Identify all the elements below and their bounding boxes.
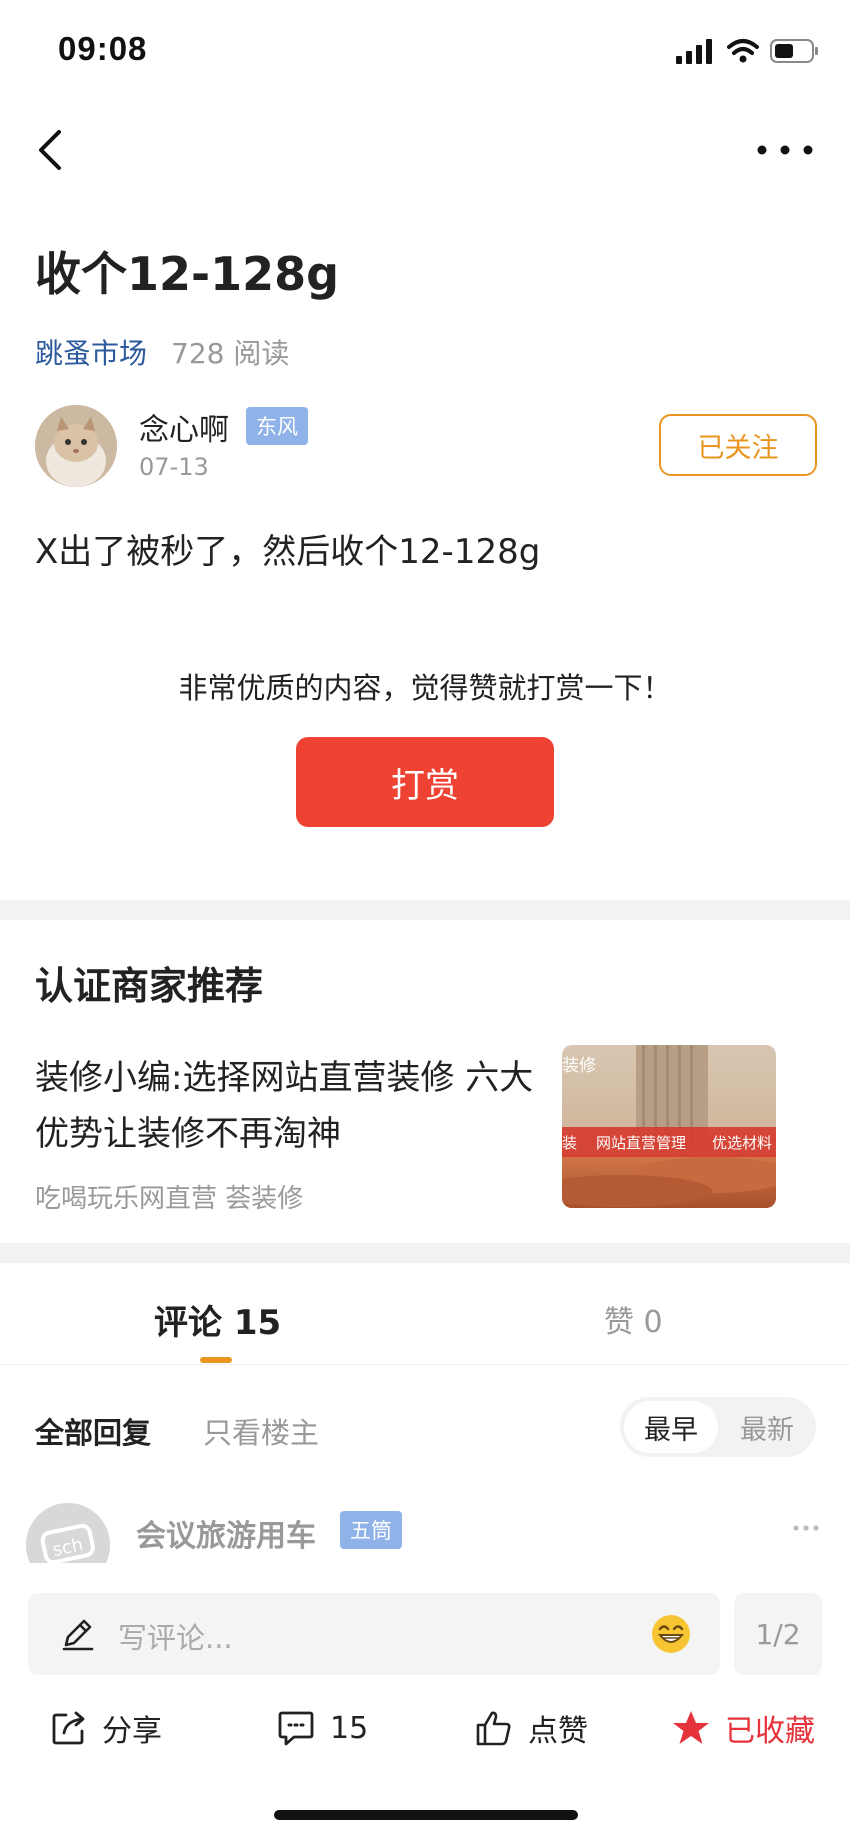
- status-time: 09:08: [58, 30, 148, 67]
- home-indicator: [274, 1810, 578, 1820]
- share-icon: [52, 1711, 85, 1745]
- read-count: 728 阅读: [171, 337, 290, 370]
- comment-item: sch 会议旅游用车 五筒: [26, 1503, 826, 1563]
- comment-input-placeholder: 写评论...: [118, 1621, 233, 1655]
- chevron-left-icon: [39, 130, 61, 170]
- ad-banner-text-2: 网站直营管理: [596, 1134, 686, 1152]
- sort-newest-option[interactable]: 最新: [722, 1401, 812, 1453]
- comment-count: 15: [330, 1710, 369, 1746]
- ad-thumbnail-image: 装修 装 网站直营管理 优选材料: [562, 1045, 776, 1208]
- sort-earliest-option[interactable]: 最早: [624, 1401, 718, 1453]
- reward-button[interactable]: 打赏: [296, 737, 554, 827]
- bottom-action-bar: 写评论... 1/2 分享 15 点赞 已收藏: [0, 1565, 850, 1841]
- comment-input[interactable]: 写评论...: [28, 1593, 720, 1675]
- nav-bar: [0, 110, 850, 190]
- ad-thumbnail[interactable]: 装修 装 网站直营管理 优选材料: [562, 1045, 776, 1208]
- filter-op-only[interactable]: 只看楼主: [203, 1410, 319, 1452]
- author-name[interactable]: 念心啊: [139, 405, 229, 449]
- page-indicator[interactable]: 1/2: [734, 1593, 822, 1675]
- forum-link[interactable]: 跳蚤市场: [35, 332, 147, 372]
- like-button[interactable]: 点赞: [474, 1698, 588, 1758]
- sort-toggle: 最早 最新: [620, 1397, 816, 1457]
- more-options-button[interactable]: [750, 120, 820, 180]
- thumbs-up-icon: [476, 1711, 511, 1746]
- share-label: 分享: [102, 1714, 162, 1749]
- follow-button[interactable]: 已关注: [659, 414, 817, 476]
- cat-avatar-image: [35, 405, 117, 487]
- status-icons: [676, 38, 820, 64]
- emoji-icon[interactable]: [650, 1613, 692, 1655]
- post-body: X出了被秒了，然后收个12-128g: [35, 532, 541, 572]
- ad-banner-text-3: 优选材料: [712, 1134, 772, 1152]
- comment-more-button[interactable]: [786, 1513, 826, 1543]
- commenter-badge: 五筒: [340, 1511, 402, 1549]
- comment-icon: [278, 1711, 314, 1746]
- back-button[interactable]: [24, 120, 74, 180]
- post-meta: 跳蚤市场 728 阅读: [35, 332, 289, 372]
- ad-thumbnail-top-text: 装修: [562, 1056, 596, 1076]
- favorite-button[interactable]: 已收藏: [671, 1698, 815, 1758]
- pen-icon: [62, 1619, 94, 1651]
- wifi-icon: [727, 39, 759, 63]
- more-dots-icon: [793, 1525, 819, 1531]
- star-icon: [673, 1711, 709, 1744]
- like-label: 点赞: [528, 1714, 588, 1749]
- section-divider: [0, 900, 850, 920]
- share-button[interactable]: 分享: [50, 1698, 162, 1758]
- ad-source: 吃喝玩乐网直营 荟装修: [35, 1184, 304, 1214]
- commenter-avatar[interactable]: sch: [26, 1503, 110, 1563]
- commenter-avatar-image: sch: [26, 1503, 110, 1563]
- author-badge: 东风: [246, 407, 308, 445]
- status-bar: 09:08: [0, 0, 850, 100]
- tab-likes[interactable]: 赞 0: [604, 1297, 663, 1341]
- commenter-name[interactable]: 会议旅游用车: [136, 1511, 316, 1555]
- author-avatar[interactable]: [35, 405, 117, 487]
- tab-comments[interactable]: 评论 15: [154, 1295, 281, 1344]
- comment-count-button[interactable]: 15: [276, 1698, 368, 1758]
- battery-icon: [770, 39, 818, 63]
- comment-tabs: 评论 15 赞 0: [0, 1265, 850, 1365]
- reward-prompt: 非常优质的内容，觉得赞就打赏一下！: [178, 671, 672, 705]
- tab-active-indicator: [200, 1357, 232, 1363]
- filter-all-replies[interactable]: 全部回复: [35, 1410, 151, 1452]
- post-date: 07-13: [139, 453, 209, 481]
- more-dots-icon: [757, 145, 813, 155]
- recommend-section-title: 认证商家推荐: [35, 964, 264, 1008]
- post-title: 收个12-128g: [35, 247, 340, 301]
- ad-title[interactable]: 装修小编:选择网站直营装修 六大优势让装修不再淘神: [35, 1050, 540, 1162]
- ad-banner-text-1: 装: [562, 1134, 577, 1152]
- section-divider: [0, 1243, 850, 1263]
- signal-icon: [676, 39, 712, 64]
- favorite-label: 已收藏: [725, 1714, 815, 1749]
- author-row: 念心啊 东风 07-13 已关注: [35, 405, 817, 495]
